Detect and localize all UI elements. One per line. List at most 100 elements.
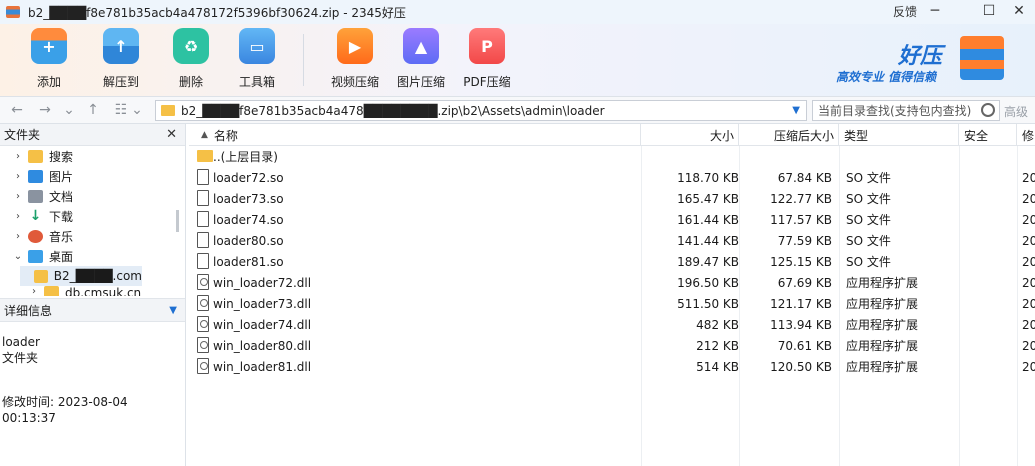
pdf-compress-icon: P (469, 28, 505, 64)
image-compress-button[interactable]: ▲ 图片压缩 (388, 28, 454, 90)
pdf-compress-button[interactable]: P PDF压缩 (454, 28, 520, 90)
expand-icon[interactable]: › (12, 151, 24, 162)
dll-file-icon (197, 295, 209, 311)
column-name[interactable]: ▲ 名称 (189, 124, 641, 146)
image-compress-icon: ▲ (403, 28, 439, 64)
tree-item-pictures[interactable]: › 图片 (0, 166, 73, 186)
collapse-icon[interactable]: ⌄ (12, 251, 24, 262)
expand-icon[interactable]: › (28, 286, 40, 296)
tree-scrollbar[interactable] (176, 210, 179, 232)
expand-icon[interactable]: › (12, 171, 24, 182)
chevron-down-icon[interactable]: ▼ (169, 305, 177, 316)
expand-icon[interactable]: › (12, 231, 24, 242)
file-size: 196.50 KB (677, 275, 739, 290)
tree-label: 下载 (49, 209, 74, 224)
tree-item-db-folder[interactable]: › db.cmsuk.cn (0, 286, 141, 296)
tree-label: B2_████.com (53, 269, 142, 283)
delete-label: 删除 (178, 75, 203, 89)
close-icon[interactable]: ✕ (1008, 1, 1030, 21)
tree-item-downloads[interactable]: › ↓ 下载 (0, 206, 73, 226)
expand-icon[interactable]: › (12, 211, 24, 222)
file-compressed-size: 113.94 KB (770, 317, 832, 332)
tree-item-b2-folder[interactable]: B2_████.com (20, 266, 142, 286)
column-modified[interactable]: 修 (1017, 124, 1035, 146)
table-row[interactable]: loader74.so 161.44 KB 117.57 KB SO 文件 20 (189, 209, 1035, 230)
video-compress-icon: ▶ (337, 28, 373, 64)
table-row[interactable]: win_loader74.dll 482 KB 113.94 KB 应用程序扩展 20 (189, 314, 1035, 335)
maximize-icon[interactable]: ☐ (978, 1, 1000, 21)
table-row[interactable]: loader80.so 141.44 KB 77.59 KB SO 文件 20 (189, 230, 1035, 251)
column-size[interactable]: 大小 (641, 124, 739, 146)
file-compressed-size: 120.50 KB (770, 359, 832, 374)
feedback-link[interactable]: 反馈 (893, 3, 917, 20)
brand-box-icon (960, 36, 1004, 80)
table-row[interactable]: win_loader73.dll 511.50 KB 121.17 KB 应用程序扩展… (189, 293, 1035, 314)
details-header[interactable]: 详细信息 ▼ (0, 298, 185, 322)
sort-asc-icon: ▲ (201, 130, 208, 140)
file-size: 212 KB (696, 338, 739, 353)
extract-label: 解压到 (102, 75, 139, 89)
add-button[interactable]: + 添加 (16, 28, 82, 90)
file-name: win_loader81.dll (213, 359, 312, 374)
folder-pane-title: 文件夹 (4, 128, 41, 142)
path-dropdown-icon[interactable]: ▼ (792, 105, 800, 116)
history-dropdown-icon[interactable]: ⌄ (60, 101, 78, 119)
close-pane-icon[interactable]: ✕ (166, 127, 177, 142)
app-logo-icon (6, 6, 20, 18)
table-row[interactable]: loader73.so 165.47 KB 122.77 KB SO 文件 20 (189, 188, 1035, 209)
search-input[interactable]: 当前目录查找(支持包内查找) (812, 100, 1000, 121)
file-modified: 20 (1022, 233, 1035, 248)
file-size: 165.47 KB (677, 191, 739, 206)
minimize-icon[interactable]: ─ (924, 1, 946, 21)
video-compress-button[interactable]: ▶ 视频压缩 (322, 28, 388, 90)
forward-icon[interactable]: → (36, 101, 54, 119)
search-placeholder: 当前目录查找(支持包内查找) (818, 104, 972, 118)
parent-directory-row[interactable]: ..(上层目录) (189, 146, 1035, 167)
expand-icon[interactable]: › (12, 191, 24, 202)
details-title: 详细信息 (4, 303, 53, 318)
tree-item-music[interactable]: › 音乐 (0, 226, 73, 246)
file-modified: 20 (1022, 170, 1035, 185)
delete-button[interactable]: ♻ 删除 (158, 28, 224, 90)
toolbox-label: 工具箱 (238, 75, 275, 89)
documents-icon (28, 189, 43, 203)
back-icon[interactable]: ← (8, 101, 26, 119)
column-compressed-size[interactable]: 压缩后大小 (739, 124, 839, 146)
add-label: 添加 (36, 75, 61, 89)
file-type: SO 文件 (846, 171, 891, 185)
file-size: 514 KB (696, 359, 739, 374)
file-name: win_loader80.dll (213, 338, 312, 353)
file-size: 482 KB (696, 317, 739, 332)
address-bar: ← → ⌄ ↑ ☷ ⌄ b2_████f8e781b35acb4a478████… (0, 96, 1035, 124)
table-row[interactable]: win_loader80.dll 212 KB 70.61 KB 应用程序扩展 20 (189, 335, 1035, 356)
tree-item-search[interactable]: › 搜索 (0, 146, 73, 166)
extract-to-button[interactable]: ↑ 解压到 (88, 28, 154, 90)
brand-slogan: 高效专业 值得信赖 (836, 70, 937, 84)
file-modified: 20 (1022, 359, 1035, 374)
file-type: 应用程序扩展 (846, 360, 919, 374)
tree-item-documents[interactable]: › 文档 (0, 186, 73, 206)
tree-label: 图片 (49, 169, 74, 184)
column-security[interactable]: 安全 (959, 124, 1017, 146)
table-row[interactable]: loader81.so 189.47 KB 125.15 KB SO 文件 20 (189, 251, 1035, 272)
column-type[interactable]: 类型 (839, 124, 959, 146)
file-name: loader73.so (213, 191, 284, 206)
file-compressed-size: 122.77 KB (770, 191, 832, 206)
tree-item-desktop[interactable]: ⌄ 桌面 (0, 246, 73, 266)
video-compress-label: 视频压缩 (330, 75, 379, 89)
table-row[interactable]: win_loader81.dll 514 KB 120.50 KB 应用程序扩展 20 (189, 356, 1035, 377)
recycle-bin-icon: ♻ (173, 28, 209, 64)
path-field[interactable]: b2_████f8e781b35acb4a478████████.zip\b2\… (155, 100, 807, 121)
toolbox-button[interactable]: ▭ 工具箱 (224, 28, 290, 90)
table-row[interactable]: loader72.so 118.70 KB 67.84 KB SO 文件 20 (189, 167, 1035, 188)
tree-label: db.cmsuk.cn (65, 286, 142, 296)
table-row[interactable]: win_loader72.dll 196.50 KB 67.69 KB 应用程序扩展 2… (189, 272, 1035, 293)
advanced-search-button[interactable]: 高级 (1004, 103, 1028, 120)
file-name: loader81.so (213, 254, 284, 269)
file-name: win_loader74.dll (213, 317, 312, 332)
file-icon (197, 190, 209, 206)
view-dropdown-icon[interactable]: ⌄ (128, 101, 146, 119)
file-modified: 20 (1022, 191, 1035, 206)
search-icon[interactable] (981, 103, 995, 117)
up-folder-icon[interactable]: ↑ (84, 101, 102, 119)
